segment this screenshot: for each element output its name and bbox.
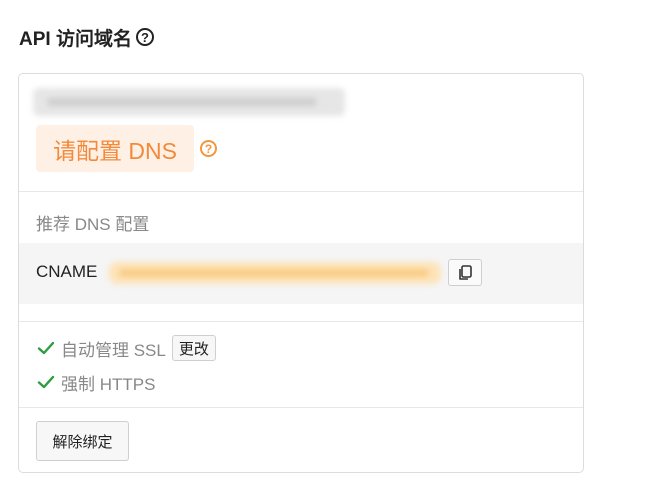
domain-card: 请配置 DNS ? 推荐 DNS 配置 CNAME 自动管理 SSL 更改 强制… [18, 73, 584, 473]
option-auto-ssl: 自动管理 SSL 更改 [37, 335, 216, 361]
option-auto-ssl-label: 自动管理 SSL [61, 340, 166, 360]
change-ssl-button[interactable]: 更改 [171, 335, 216, 361]
copy-button[interactable] [448, 259, 482, 286]
copy-icon [459, 264, 472, 280]
help-icon[interactable]: ? [135, 28, 154, 46]
recommended-dns-title: 推荐 DNS 配置 [36, 215, 150, 234]
option-force-https-label: 强制 HTTPS [61, 374, 156, 394]
cname-label: CNAME [36, 262, 98, 281]
cname-record-row: CNAME [19, 243, 583, 304]
dns-warning-badge: 请配置 DNS [36, 125, 194, 172]
dns-help-icon[interactable]: ? [200, 140, 217, 157]
unbind-button[interactable]: 解除绑定 [36, 421, 129, 461]
check-icon [37, 341, 55, 355]
divider [19, 191, 583, 192]
section-title-text: API 访问域名 [19, 28, 132, 50]
cname-value-redacted [109, 262, 441, 284]
section-title: API 访问域名 ? [19, 25, 154, 50]
option-force-https: 强制 HTTPS [37, 370, 155, 394]
divider [19, 407, 583, 408]
check-icon [37, 375, 55, 389]
divider [19, 321, 583, 322]
domain-value-redacted [33, 88, 345, 116]
